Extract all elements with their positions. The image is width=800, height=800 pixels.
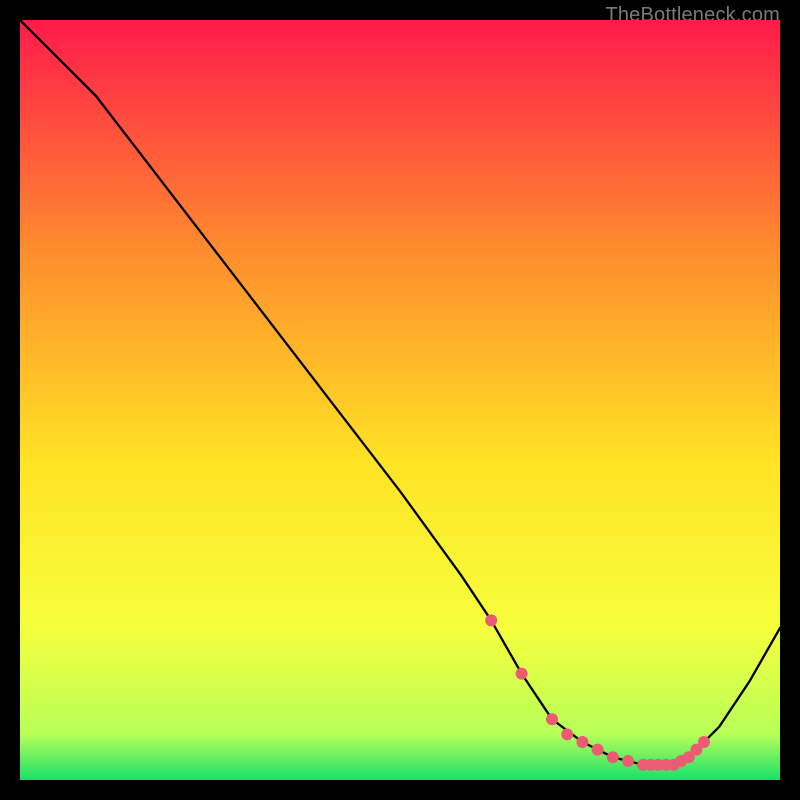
- marker-point: [485, 614, 497, 626]
- marker-point: [698, 736, 710, 748]
- chart-frame: TheBottleneck.com: [20, 20, 780, 780]
- marker-point: [622, 755, 634, 767]
- marker-point: [546, 713, 558, 725]
- gradient-background: [20, 20, 780, 780]
- bottleneck-chart: [20, 20, 780, 780]
- marker-point: [592, 744, 604, 756]
- marker-point: [576, 736, 588, 748]
- marker-point: [607, 751, 619, 763]
- marker-point: [516, 668, 528, 680]
- marker-point: [561, 728, 573, 740]
